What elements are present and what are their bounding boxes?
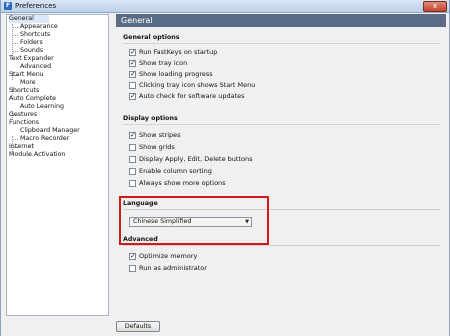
preferences-window: F Preferences x General Appearance Short… xyxy=(0,0,450,336)
tree-item-functions[interactable]: Functions xyxy=(9,119,39,127)
checkbox[interactable] xyxy=(129,48,136,57)
option-show-grids[interactable]: Show grids xyxy=(129,143,175,152)
tree-item-folders[interactable]: Folders xyxy=(20,39,43,47)
title-bar[interactable]: F Preferences x xyxy=(1,0,449,13)
display-options-title: Display options xyxy=(123,115,178,122)
tree-item-internet[interactable]: Internet xyxy=(9,143,34,151)
checkbox[interactable] xyxy=(129,252,136,261)
option-show-tray-icon[interactable]: Show tray icon xyxy=(129,59,187,68)
option-optimize-memory[interactable]: Optimize memory xyxy=(129,252,197,261)
tree-item-start-menu[interactable]: Start Menu xyxy=(9,71,44,79)
checkbox[interactable] xyxy=(129,70,136,79)
tree-item-sounds[interactable]: Sounds xyxy=(20,47,43,55)
tree-item-auto-learning[interactable]: Auto Learning xyxy=(20,103,64,111)
option-run-on-startup[interactable]: Run FastKeys on startup xyxy=(129,48,217,57)
checkbox[interactable] xyxy=(129,265,136,272)
checkbox[interactable] xyxy=(129,59,136,68)
checkbox[interactable] xyxy=(129,156,136,163)
checkbox[interactable] xyxy=(129,82,136,89)
tree-item-more[interactable]: More xyxy=(20,79,36,87)
section-divider xyxy=(123,245,441,246)
close-button[interactable]: x xyxy=(423,1,447,12)
panel-header: General xyxy=(116,14,446,27)
checkbox[interactable] xyxy=(129,180,136,187)
checkbox[interactable] xyxy=(129,92,136,101)
tree-item-general[interactable]: General xyxy=(9,15,49,23)
option-display-buttons[interactable]: Display Apply, Edit, Delete buttons xyxy=(129,155,252,164)
settings-panel: General General options Run FastKeys on … xyxy=(116,14,446,316)
tree-item-shortcuts-main[interactable]: Shortcuts xyxy=(9,87,39,95)
checkbox[interactable] xyxy=(129,131,136,140)
section-divider xyxy=(123,43,441,44)
navigation-tree: General Appearance Shortcuts Folders Sou… xyxy=(6,14,109,316)
advanced-title: Advanced xyxy=(123,236,158,243)
checkbox[interactable] xyxy=(129,168,136,175)
option-show-loading-progress[interactable]: Show loading progress xyxy=(129,70,213,79)
option-auto-check-updates[interactable]: Auto check for software updates xyxy=(129,92,245,101)
tree-item-appearance[interactable]: Appearance xyxy=(20,23,58,31)
defaults-button[interactable]: Defaults xyxy=(116,321,160,332)
tree-item-advanced[interactable]: Advanced xyxy=(20,63,51,71)
tree-item-clipboard-manager[interactable]: Clipboard Manager xyxy=(20,127,80,135)
option-show-stripes[interactable]: Show stripes xyxy=(129,131,181,140)
tree-item-gestures[interactable]: Gestures xyxy=(9,111,37,119)
option-tray-click-start-menu[interactable]: Clicking tray icon shows Start Menu xyxy=(129,81,255,90)
app-icon: F xyxy=(4,2,12,10)
tree-item-auto-complete[interactable]: Auto Complete xyxy=(9,95,56,103)
tree-item-macro-recorder[interactable]: Macro Recorder xyxy=(20,135,69,143)
option-show-more-options[interactable]: Always show more options xyxy=(129,179,226,188)
tree-item-module-activation[interactable]: Module Activation xyxy=(9,151,65,159)
general-options-title: General options xyxy=(123,34,180,41)
option-run-as-admin[interactable]: Run as administrator xyxy=(129,264,207,273)
window-title: Preferences xyxy=(15,2,57,10)
tree-item-shortcuts[interactable]: Shortcuts xyxy=(20,31,50,39)
tree-item-text-expander[interactable]: Text Expander xyxy=(9,55,54,63)
option-column-sorting[interactable]: Enable column sorting xyxy=(129,167,212,176)
section-divider xyxy=(123,124,441,125)
checkbox[interactable] xyxy=(129,144,136,151)
